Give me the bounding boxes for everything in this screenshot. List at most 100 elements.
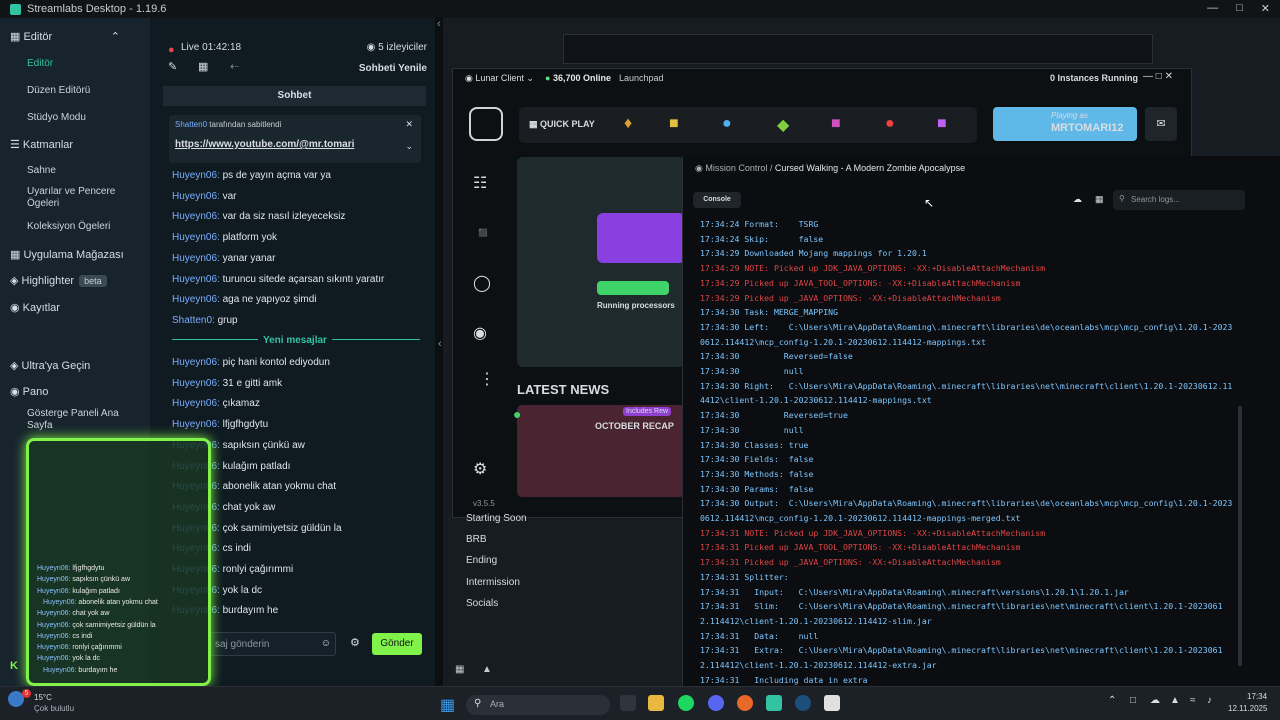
- edit-icon[interactable]: ✎: [168, 60, 177, 73]
- chat-username[interactable]: Huyeyn06:: [172, 191, 223, 202]
- task-view-icon[interactable]: [620, 695, 636, 711]
- chat-username[interactable]: Huyeyn06:: [172, 170, 223, 181]
- firefox-icon[interactable]: [737, 695, 753, 711]
- chat-username[interactable]: Huyeyn06:: [37, 576, 72, 583]
- gamepad-icon[interactable]: ☷: [473, 173, 487, 193]
- console-scrollbar[interactable]: [1238, 406, 1242, 666]
- sidebar-item-highlighter[interactable]: ◈ Highlighter beta: [10, 274, 107, 287]
- chevron-up-icon[interactable]: ⌃: [111, 30, 120, 43]
- pinned-link[interactable]: https://www.youtube.com/@mr.tomari: [175, 139, 354, 150]
- console-tab[interactable]: Console: [693, 192, 741, 208]
- file-explorer-icon[interactable]: [648, 695, 664, 711]
- emoji-icon[interactable]: ☺: [321, 638, 331, 649]
- server-icon-6[interactable]: ●: [885, 115, 895, 133]
- scene-item[interactable]: Starting Soon: [466, 513, 527, 524]
- lunar-client-menu[interactable]: ◉ Lunar Client ⌄: [465, 73, 534, 84]
- share-icon[interactable]: ⇠: [230, 60, 239, 73]
- chat-username[interactable]: Huyeyn06:: [37, 633, 72, 640]
- sidebar-item-ultra[interactable]: ◈ Ultra'ya Geçin: [10, 359, 90, 372]
- log-search-input[interactable]: ⚲ Search logs...: [1113, 190, 1245, 210]
- window-controls-icon[interactable]: — □ ✕: [1143, 71, 1173, 82]
- chat-username[interactable]: Huyeyn06:: [172, 232, 223, 243]
- more-icon[interactable]: ⋮: [479, 369, 495, 389]
- sidebar-item-studio-mode[interactable]: Stüdyo Modu: [27, 112, 127, 124]
- tray-app-icon[interactable]: □: [1130, 695, 1136, 706]
- server-icon-7[interactable]: ■: [937, 115, 947, 133]
- taskbar-search[interactable]: ⚲ Ara: [466, 695, 610, 715]
- upload-icon[interactable]: ☁: [1073, 194, 1082, 205]
- server-icon-2[interactable]: ■: [669, 115, 679, 133]
- globe-icon[interactable]: ◯: [473, 273, 491, 293]
- clock-date[interactable]: 12.11.2025: [1228, 704, 1267, 713]
- sidebar-item-alerts[interactable]: Uyarılar ve Pencere Ögeleri: [27, 186, 127, 210]
- launch-button[interactable]: [597, 213, 685, 263]
- sidebar-item-collection[interactable]: Koleksiyon Ögeleri: [27, 221, 127, 233]
- volume-icon[interactable]: ♪: [1207, 695, 1212, 706]
- sidebar-item-dashboard-home[interactable]: Gösterge Paneli Ana Sayfa: [27, 408, 127, 432]
- wifi-icon[interactable]: ≈: [1190, 695, 1196, 706]
- windows-start-icon[interactable]: ▦: [440, 695, 455, 715]
- chat-username[interactable]: Huyeyn06:: [37, 655, 72, 662]
- maximize-icon[interactable]: □: [1236, 2, 1243, 15]
- chat-username[interactable]: Huyeyn06:: [172, 274, 223, 285]
- tray-mic-icon[interactable]: ▲: [1170, 695, 1180, 706]
- chat-username[interactable]: Huyeyn06:: [37, 644, 72, 651]
- chat-username[interactable]: Huyeyn06:: [172, 378, 223, 389]
- sidebar-item-dashboard[interactable]: ◉ Pano: [10, 385, 48, 398]
- scene-item[interactable]: Intermission: [466, 577, 520, 588]
- chat-username[interactable]: Huyeyn06:: [172, 211, 223, 222]
- chat-username[interactable]: Huyeyn06:: [37, 610, 72, 617]
- server-icon-1[interactable]: ♦: [624, 115, 632, 133]
- chat-username[interactable]: Huyeyn06:: [172, 419, 223, 430]
- server-icon-5[interactable]: ■: [831, 115, 841, 133]
- spotify-icon[interactable]: [678, 695, 694, 711]
- steam-icon[interactable]: [795, 695, 811, 711]
- send-button[interactable]: Gönder: [372, 633, 422, 655]
- unpin-icon[interactable]: ✕: [405, 119, 413, 130]
- cookie-icon[interactable]: ◉: [473, 323, 487, 343]
- sidebar-item-editor[interactable]: Editör: [27, 58, 127, 70]
- chat-username[interactable]: Huyeyn06:: [172, 357, 223, 368]
- breadcrumb-root[interactable]: Mission Control: [705, 163, 767, 173]
- chat-username[interactable]: Huyeyn06:: [37, 622, 72, 629]
- minimize-icon[interactable]: —: [1207, 2, 1218, 15]
- lunar-taskbar-icon[interactable]: [824, 695, 840, 711]
- mail-icon[interactable]: ✉: [1145, 107, 1177, 141]
- instances-running[interactable]: 0 Instances Running: [1050, 73, 1138, 83]
- chevron-down-icon[interactable]: ⌄: [405, 141, 413, 152]
- discord-icon[interactable]: [708, 695, 724, 711]
- streamlabs-taskbar-icon[interactable]: [766, 695, 782, 711]
- launchpad-tab[interactable]: Launchpad: [619, 73, 664, 83]
- quick-play-label[interactable]: ▦ QUICK PLAY: [529, 119, 595, 130]
- sidebar-item-layers[interactable]: ☰ Katmanlar: [10, 138, 73, 151]
- refresh-chat-button[interactable]: Sohbeti Yenile: [359, 63, 427, 74]
- settings-cog-icon[interactable]: ⚙: [473, 459, 487, 479]
- folder-open-icon[interactable]: ▦: [1095, 194, 1104, 205]
- chat-input[interactable]: saj gönderin ☺: [210, 632, 336, 656]
- server-icon-4[interactable]: ◆: [777, 115, 789, 135]
- chat-username[interactable]: Huyeyn06:: [43, 667, 78, 674]
- stats-icon[interactable]: ▦: [455, 664, 464, 675]
- sidebar-item-layout-editor[interactable]: Düzen Editörü: [27, 85, 127, 97]
- kick-logo-icon[interactable]: K: [10, 660, 18, 672]
- chat-username[interactable]: Huyeyn06:: [37, 565, 72, 572]
- tray-chevron-icon[interactable]: ⌃: [1108, 695, 1116, 706]
- close-icon[interactable]: ✕: [1261, 2, 1270, 15]
- sidebar-item-scene[interactable]: Sahne: [27, 165, 127, 177]
- chat-username[interactable]: Huyeyn06:: [172, 253, 223, 264]
- puzzle-icon[interactable]: ◾: [473, 223, 493, 243]
- settings-icon[interactable]: ⚙: [350, 636, 360, 649]
- chat-username[interactable]: Huyeyn06:: [43, 599, 78, 606]
- chat-username[interactable]: Shatten0:: [172, 315, 218, 326]
- breadcrumb-page[interactable]: Cursed Walking - A Modern Zombie Apocaly…: [775, 163, 965, 173]
- sidebar-item-app-store[interactable]: ▦ Uygulama Mağazası: [10, 248, 124, 261]
- news-card[interactable]: Includes Rew OCTOBER RECAP: [517, 405, 685, 497]
- chat-username[interactable]: Huyeyn06:: [37, 588, 72, 595]
- folder-icon[interactable]: ▦: [198, 60, 208, 73]
- collapse-icon[interactable]: ‹: [437, 18, 441, 30]
- scene-item[interactable]: BRB: [466, 534, 487, 545]
- mic-icon[interactable]: ▲: [482, 664, 492, 675]
- server-icon-3[interactable]: ●: [722, 115, 732, 133]
- collapse-left-icon[interactable]: ‹: [438, 338, 442, 350]
- scene-item[interactable]: Ending: [466, 555, 497, 566]
